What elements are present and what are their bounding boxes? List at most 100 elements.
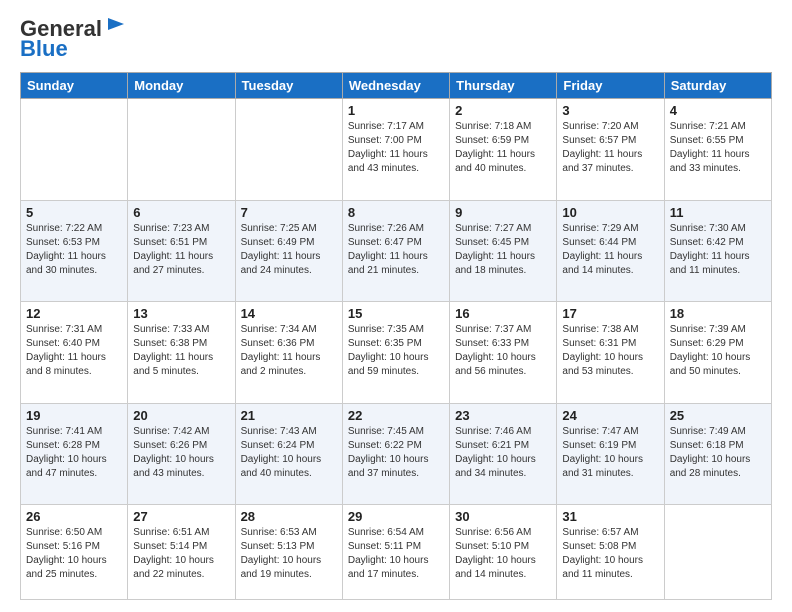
day-info: Sunrise: 6:57 AM Sunset: 5:08 PM Dayligh…	[562, 526, 658, 582]
day-number: 30	[455, 509, 551, 524]
day-cell: 15 Sunrise: 7:35 AM Sunset: 6:35 PM Dayli…	[342, 302, 449, 404]
week-row-3: 12 Sunrise: 7:31 AM Sunset: 6:40 PM Dayli…	[21, 302, 772, 404]
day-info: Sunrise: 7:23 AM Sunset: 6:51 PM Dayligh…	[133, 222, 229, 278]
day-cell	[664, 505, 771, 600]
day-number: 20	[133, 408, 229, 423]
logo-blue-text: Blue	[20, 36, 68, 62]
day-cell: 2 Sunrise: 7:18 AM Sunset: 6:59 PM Daylig…	[450, 99, 557, 201]
day-info: Sunrise: 7:39 AM Sunset: 6:29 PM Dayligh…	[670, 323, 766, 379]
day-cell: 29Sunrise: 6:54 AM Sunset: 5:11 PM Dayli…	[342, 505, 449, 600]
logo: General Blue	[20, 16, 126, 62]
day-info: Sunrise: 7:26 AM Sunset: 6:47 PM Dayligh…	[348, 222, 444, 278]
day-info: Sunrise: 7:30 AM Sunset: 6:42 PM Dayligh…	[670, 222, 766, 278]
day-number: 26	[26, 509, 122, 524]
day-cell: 14Sunrise: 7:34 AM Sunset: 6:36 PM Dayli…	[235, 302, 342, 404]
day-cell	[235, 99, 342, 201]
day-cell: 3 Sunrise: 7:20 AM Sunset: 6:57 PM Daylig…	[557, 99, 664, 201]
day-info: Sunrise: 7:42 AM Sunset: 6:26 PM Dayligh…	[133, 425, 229, 481]
day-number: 21	[241, 408, 337, 423]
day-info: Sunrise: 7:35 AM Sunset: 6:35 PM Dayligh…	[348, 323, 444, 379]
day-cell: 13 Sunrise: 7:33 AM Sunset: 6:38 PM Dayli…	[128, 302, 235, 404]
day-cell: 10 Sunrise: 7:29 AM Sunset: 6:44 PM Dayli…	[557, 200, 664, 302]
weekday-header-thursday: Thursday	[450, 73, 557, 99]
day-cell: 9 Sunrise: 7:27 AM Sunset: 6:45 PM Daylig…	[450, 200, 557, 302]
day-info: Sunrise: 6:51 AM Sunset: 5:14 PM Dayligh…	[133, 526, 229, 582]
day-cell: 5 Sunrise: 7:22 AM Sunset: 6:53 PM Daylig…	[21, 200, 128, 302]
day-cell: 21Sunrise: 7:43 AM Sunset: 6:24 PM Dayli…	[235, 403, 342, 505]
day-info: Sunrise: 7:37 AM Sunset: 6:33 PM Dayligh…	[455, 323, 551, 379]
day-number: 23	[455, 408, 551, 423]
weekday-header-sunday: Sunday	[21, 73, 128, 99]
day-number: 5	[26, 205, 122, 220]
day-info: Sunrise: 7:25 AM Sunset: 6:49 PM Dayligh…	[241, 222, 337, 278]
day-info: Sunrise: 7:27 AM Sunset: 6:45 PM Dayligh…	[455, 222, 551, 278]
day-number: 22	[348, 408, 444, 423]
week-row-4: 19 Sunrise: 7:41 AM Sunset: 6:28 PM Dayli…	[21, 403, 772, 505]
day-cell	[21, 99, 128, 201]
day-cell: 7Sunrise: 7:25 AM Sunset: 6:49 PM Daylig…	[235, 200, 342, 302]
day-number: 12	[26, 306, 122, 321]
day-info: Sunrise: 7:29 AM Sunset: 6:44 PM Dayligh…	[562, 222, 658, 278]
day-number: 31	[562, 509, 658, 524]
day-number: 18	[670, 306, 766, 321]
day-number: 14	[241, 306, 337, 321]
day-number: 16	[455, 306, 551, 321]
day-info: Sunrise: 7:49 AM Sunset: 6:18 PM Dayligh…	[670, 425, 766, 481]
day-number: 11	[670, 205, 766, 220]
weekday-header-wednesday: Wednesday	[342, 73, 449, 99]
day-number: 9	[455, 205, 551, 220]
header: General Blue	[20, 16, 772, 62]
day-info: Sunrise: 7:45 AM Sunset: 6:22 PM Dayligh…	[348, 425, 444, 481]
week-row-5: 26 Sunrise: 6:50 AM Sunset: 5:16 PM Dayli…	[21, 505, 772, 600]
day-info: Sunrise: 7:38 AM Sunset: 6:31 PM Dayligh…	[562, 323, 658, 379]
day-cell: 24Sunrise: 7:47 AM Sunset: 6:19 PM Dayli…	[557, 403, 664, 505]
day-cell: 16 Sunrise: 7:37 AM Sunset: 6:33 PM Dayli…	[450, 302, 557, 404]
day-number: 25	[670, 408, 766, 423]
day-cell: 26 Sunrise: 6:50 AM Sunset: 5:16 PM Dayli…	[21, 505, 128, 600]
day-cell: 4 Sunrise: 7:21 AM Sunset: 6:55 PM Daylig…	[664, 99, 771, 201]
calendar-table: SundayMondayTuesdayWednesdayThursdayFrid…	[20, 72, 772, 600]
day-number: 3	[562, 103, 658, 118]
day-cell: 31 Sunrise: 6:57 AM Sunset: 5:08 PM Dayli…	[557, 505, 664, 600]
day-info: Sunrise: 7:31 AM Sunset: 6:40 PM Dayligh…	[26, 323, 122, 379]
day-number: 19	[26, 408, 122, 423]
week-row-1: 1Sunrise: 7:17 AM Sunset: 7:00 PM Daylig…	[21, 99, 772, 201]
day-number: 28	[241, 509, 337, 524]
weekday-header-monday: Monday	[128, 73, 235, 99]
day-number: 13	[133, 306, 229, 321]
day-number: 17	[562, 306, 658, 321]
day-cell: 30 Sunrise: 6:56 AM Sunset: 5:10 PM Dayli…	[450, 505, 557, 600]
day-number: 15	[348, 306, 444, 321]
weekday-header-saturday: Saturday	[664, 73, 771, 99]
day-number: 6	[133, 205, 229, 220]
day-cell: 27 Sunrise: 6:51 AM Sunset: 5:14 PM Dayli…	[128, 505, 235, 600]
day-info: Sunrise: 7:22 AM Sunset: 6:53 PM Dayligh…	[26, 222, 122, 278]
day-cell: 6 Sunrise: 7:23 AM Sunset: 6:51 PM Daylig…	[128, 200, 235, 302]
weekday-header-friday: Friday	[557, 73, 664, 99]
day-info: Sunrise: 7:18 AM Sunset: 6:59 PM Dayligh…	[455, 120, 551, 176]
day-cell: 19 Sunrise: 7:41 AM Sunset: 6:28 PM Dayli…	[21, 403, 128, 505]
week-row-2: 5 Sunrise: 7:22 AM Sunset: 6:53 PM Daylig…	[21, 200, 772, 302]
day-number: 29	[348, 509, 444, 524]
day-cell: 28 Sunrise: 6:53 AM Sunset: 5:13 PM Dayli…	[235, 505, 342, 600]
day-cell	[128, 99, 235, 201]
day-info: Sunrise: 6:50 AM Sunset: 5:16 PM Dayligh…	[26, 526, 122, 582]
day-number: 4	[670, 103, 766, 118]
day-info: Sunrise: 7:46 AM Sunset: 6:21 PM Dayligh…	[455, 425, 551, 481]
day-cell: 18 Sunrise: 7:39 AM Sunset: 6:29 PM Dayli…	[664, 302, 771, 404]
day-info: Sunrise: 7:17 AM Sunset: 7:00 PM Dayligh…	[348, 120, 444, 176]
day-number: 10	[562, 205, 658, 220]
day-info: Sunrise: 7:33 AM Sunset: 6:38 PM Dayligh…	[133, 323, 229, 379]
day-info: Sunrise: 7:20 AM Sunset: 6:57 PM Dayligh…	[562, 120, 658, 176]
day-cell: 8Sunrise: 7:26 AM Sunset: 6:47 PM Daylig…	[342, 200, 449, 302]
day-cell: 12 Sunrise: 7:31 AM Sunset: 6:40 PM Dayli…	[21, 302, 128, 404]
day-info: Sunrise: 7:21 AM Sunset: 6:55 PM Dayligh…	[670, 120, 766, 176]
day-cell: 11 Sunrise: 7:30 AM Sunset: 6:42 PM Dayli…	[664, 200, 771, 302]
day-info: Sunrise: 6:53 AM Sunset: 5:13 PM Dayligh…	[241, 526, 337, 582]
day-number: 2	[455, 103, 551, 118]
logo-flag-icon	[104, 16, 126, 38]
day-info: Sunrise: 7:41 AM Sunset: 6:28 PM Dayligh…	[26, 425, 122, 481]
day-cell: 1Sunrise: 7:17 AM Sunset: 7:00 PM Daylig…	[342, 99, 449, 201]
day-number: 27	[133, 509, 229, 524]
day-info: Sunrise: 6:56 AM Sunset: 5:10 PM Dayligh…	[455, 526, 551, 582]
